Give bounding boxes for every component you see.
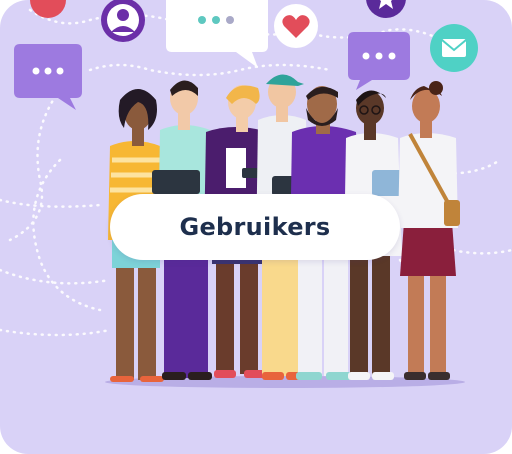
- users-button[interactable]: Gebruikers: [110, 194, 400, 260]
- chat-bubble-right-icon: [348, 32, 410, 90]
- chat-bubble-icon: [166, 0, 268, 68]
- users-label: Gebruikers: [179, 213, 331, 241]
- heart-icon: [274, 4, 318, 48]
- chat-bubble-left-icon: [14, 44, 82, 110]
- mail-icon: [430, 24, 478, 72]
- person-figure: [398, 81, 460, 380]
- users-card[interactable]: Gebruikers: [0, 0, 512, 454]
- notification-icon: [30, 0, 66, 18]
- star-icon: [366, 0, 406, 18]
- user-avatar-icon: [101, 0, 145, 42]
